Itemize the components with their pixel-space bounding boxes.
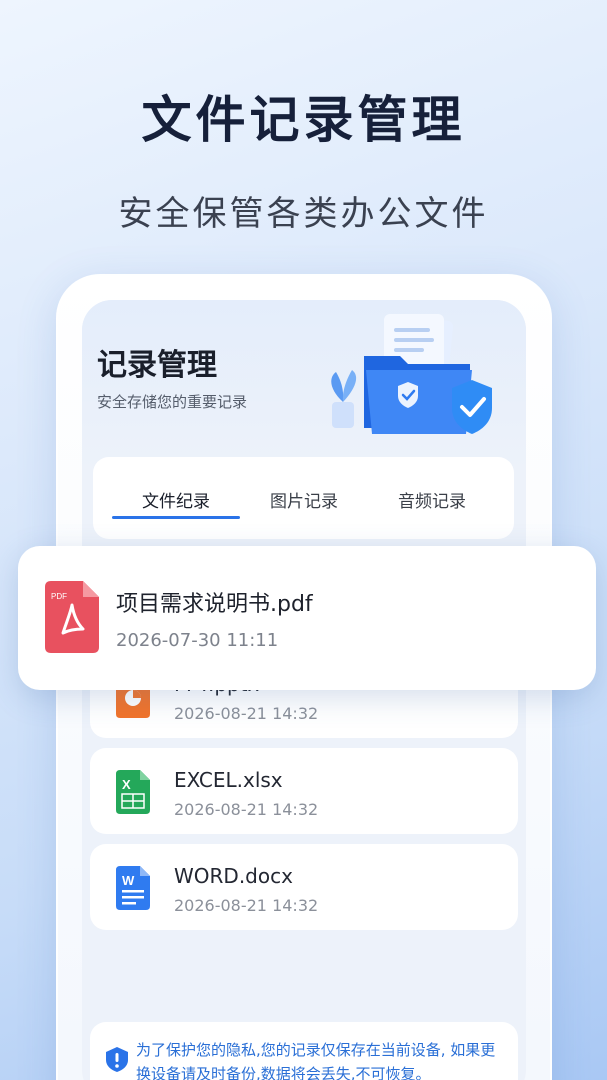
tab-audio-records[interactable]: 音频记录	[368, 487, 496, 512]
list-item[interactable]: X EXCEL.xlsx 2026-08-21 14:32	[90, 748, 518, 834]
privacy-notice-text: 为了保护您的隐私,您的记录仅保存在当前设备, 如果更换设备请及时备份,数据将会丢…	[136, 1041, 496, 1080]
folder-shield-illustration-icon	[331, 314, 492, 434]
highlighted-file-name: 项目需求说明书.pdf	[116, 592, 313, 617]
hero-banner: 记录管理 安全存储您的重要记录	[82, 300, 526, 470]
file-date: 2026-08-21 14:32	[174, 704, 319, 723]
tab-image-records[interactable]: 图片记录	[240, 487, 368, 512]
active-tab-indicator	[112, 516, 240, 519]
word-letter: W	[122, 873, 135, 888]
file-name: EXCEL.xlsx	[174, 768, 283, 792]
file-name: WORD.docx	[174, 864, 293, 888]
file-date: 2026-08-21 14:32	[174, 896, 319, 915]
highlighted-file-date: 2026-07-30 11:11	[116, 630, 279, 651]
highlighted-file-card[interactable]: PDF 项目需求说明书.pdf 2026-07-30 11:11	[18, 546, 596, 690]
pdf-file-icon: PDF	[45, 581, 99, 653]
page-title: 记录管理	[97, 348, 217, 383]
info-icon	[106, 1047, 128, 1072]
subheadline: 安全保管各类办公文件	[118, 194, 489, 234]
app-screen: 记录管理 安全存储您的重要记录 文件纪录 图片记录 音频记录 2026-08-2…	[82, 300, 526, 1080]
privacy-notice: 为了保护您的隐私,您的记录仅保存在当前设备, 如果更换设备请及时备份,数据将会丢…	[90, 1022, 518, 1080]
list-item[interactable]: W WORD.docx 2026-08-21 14:32	[90, 844, 518, 930]
word-file-icon: W	[116, 866, 150, 910]
excel-file-icon: X	[116, 770, 150, 814]
pdf-label: PDF	[51, 592, 67, 601]
tab-bar: 文件纪录 图片记录 音频记录	[93, 457, 514, 539]
page-subtitle: 安全存储您的重要记录	[97, 393, 248, 411]
headline: 文件记录管理	[141, 91, 466, 149]
excel-letter: X	[122, 777, 131, 792]
tab-file-records[interactable]: 文件纪录	[112, 487, 240, 512]
file-date: 2026-08-21 14:32	[174, 800, 319, 819]
